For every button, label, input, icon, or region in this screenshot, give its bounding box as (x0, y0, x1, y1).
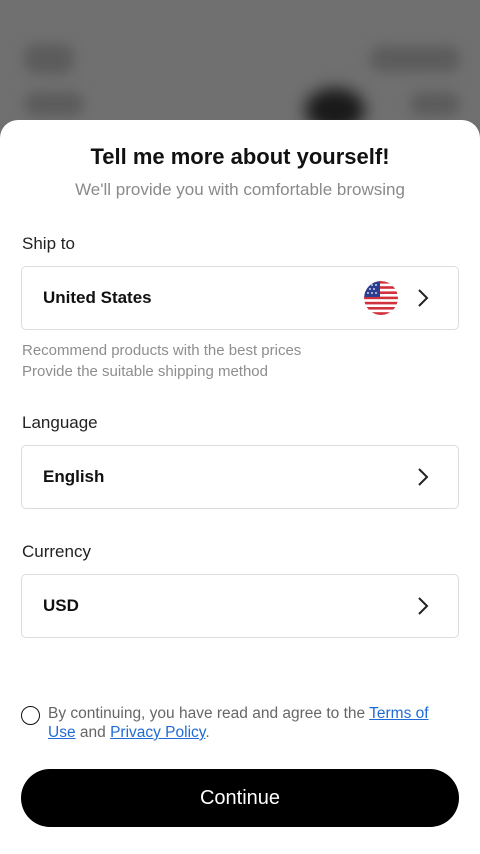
ship-to-hint-1: Recommend products with the best prices (22, 342, 302, 359)
ship-to-label: Ship to (22, 234, 75, 253)
agreement-checkbox[interactable] (21, 706, 40, 725)
privacy-policy-link[interactable]: Privacy Policy (110, 724, 205, 741)
chevron-right-icon (418, 597, 429, 615)
agreement-suffix: . (205, 724, 210, 741)
agreement-text: By continuing, you have read and agree t… (48, 704, 451, 742)
language-label: Language (22, 413, 98, 432)
ship-to-value: United States (43, 288, 152, 307)
background-app-overlay (0, 0, 480, 140)
ship-to-hint-2: Provide the suitable shipping method (22, 363, 268, 380)
language-value: English (43, 467, 105, 486)
chevron-right-icon (418, 468, 429, 486)
sheet-title: Tell me more about yourself! (90, 144, 390, 169)
currency-label: Currency (22, 542, 91, 561)
agreement-row: By continuing, you have read and agree t… (21, 704, 451, 742)
currency-selector[interactable]: USD (21, 574, 459, 638)
continue-button[interactable]: Continue (21, 769, 459, 827)
ship-to-selector[interactable]: United States (21, 266, 459, 330)
background-blur-shape (370, 46, 460, 72)
agreement-prefix: By continuing, you have read and agree t… (48, 705, 370, 722)
us-flag-icon (364, 281, 398, 315)
preferences-sheet: Tell me more about yourself! We'll provi… (0, 120, 480, 854)
background-blur-shape (410, 92, 460, 116)
sheet-subtitle: We'll provide you with comfortable brows… (75, 180, 405, 199)
language-selector[interactable]: English (21, 445, 459, 509)
chevron-right-icon (418, 289, 429, 307)
background-blur-shape (24, 92, 84, 116)
currency-value: USD (43, 596, 79, 615)
agreement-conjunction: and (75, 724, 111, 741)
background-blur-shape (24, 44, 74, 74)
